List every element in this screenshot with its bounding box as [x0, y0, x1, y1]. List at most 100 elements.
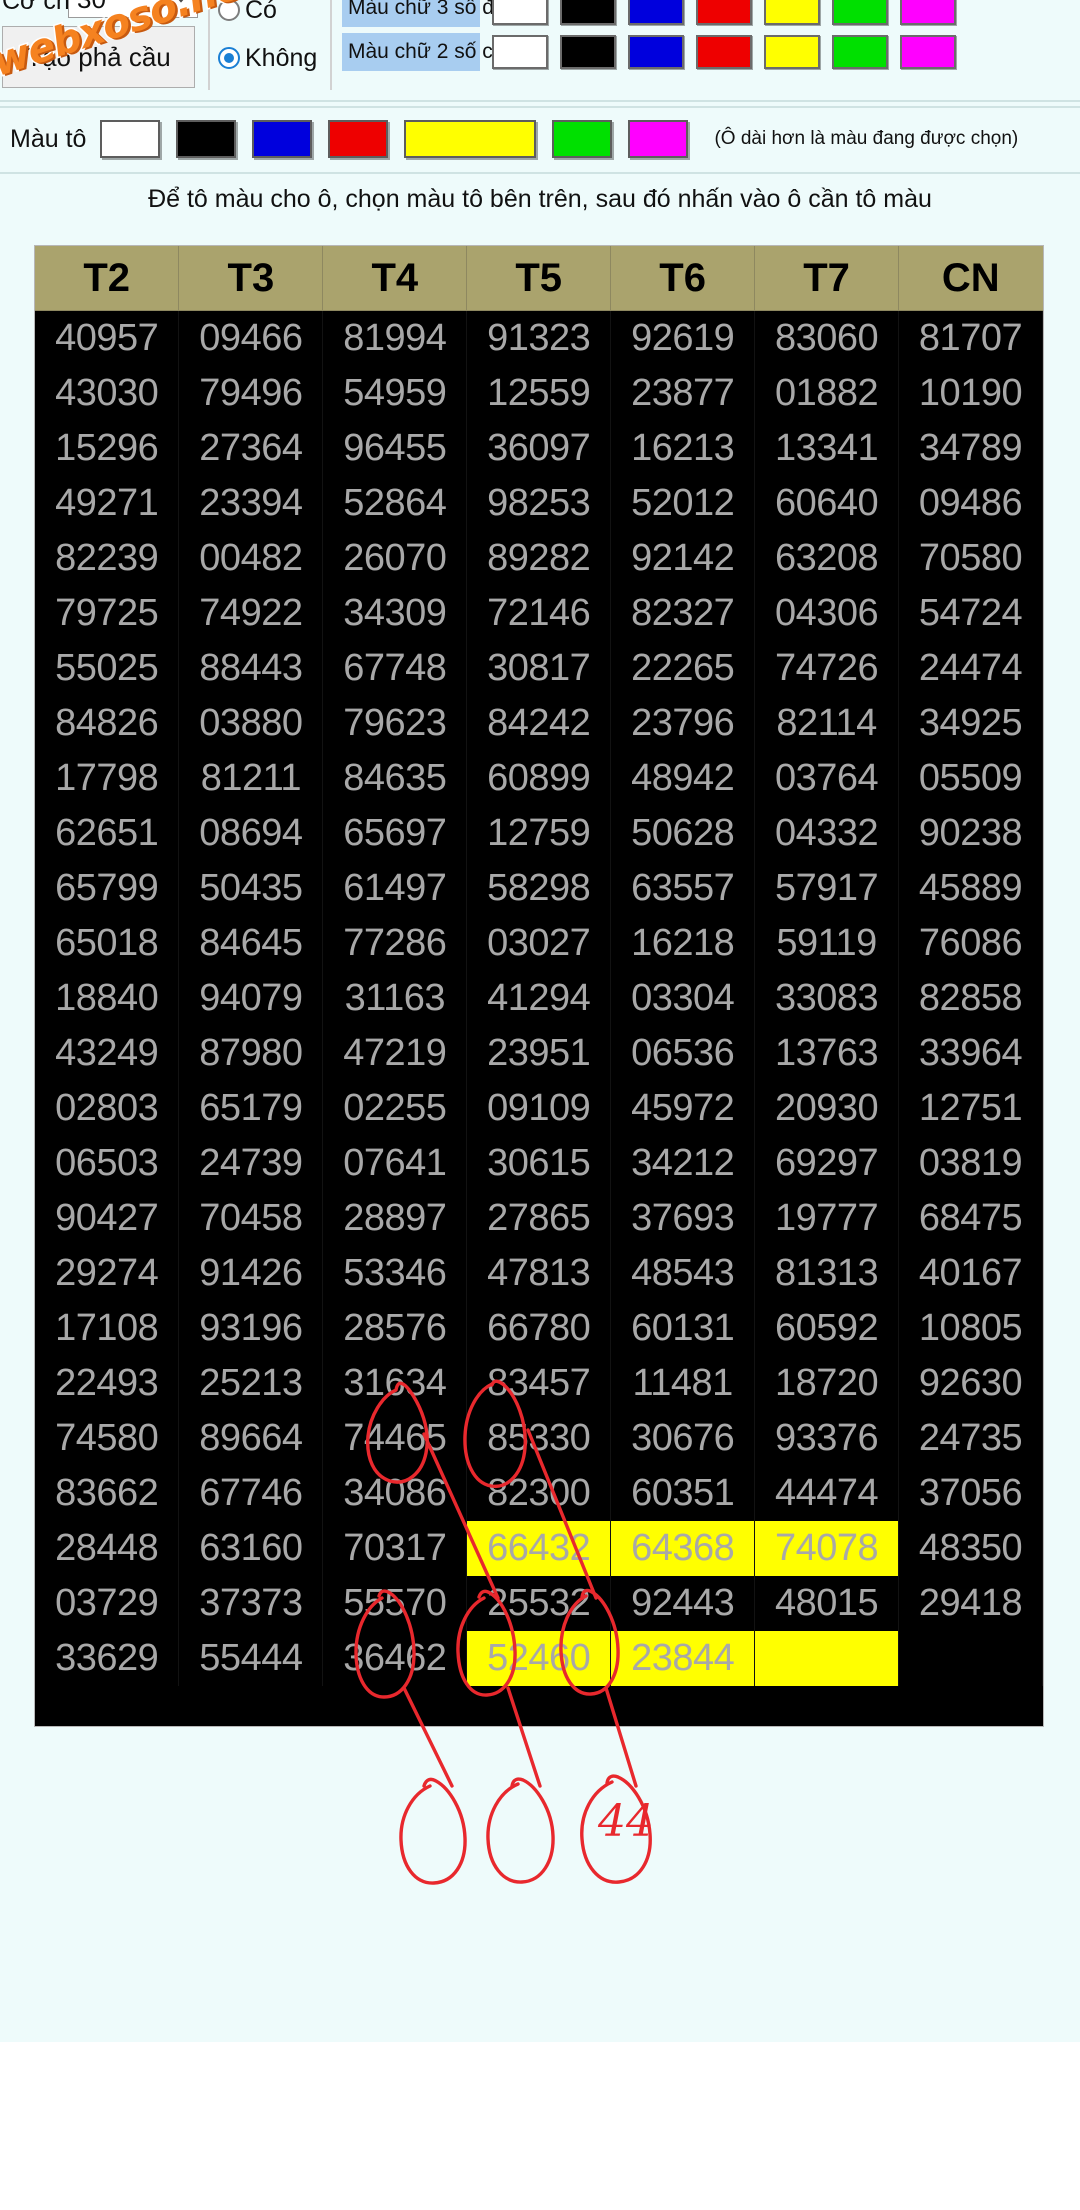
grid-cell[interactable]: 12559: [466, 366, 612, 421]
grid-cell[interactable]: 79623: [322, 696, 468, 751]
grid-cell[interactable]: 01882: [754, 366, 900, 421]
grid-cell[interactable]: 12759: [466, 806, 612, 861]
grid-cell[interactable]: 92142: [610, 531, 756, 586]
grid-cell[interactable]: 74078: [754, 1521, 900, 1576]
grid-cell[interactable]: 28448: [35, 1521, 180, 1576]
grid-cell[interactable]: 33629: [35, 1631, 180, 1686]
grid-cell[interactable]: 57917: [754, 861, 900, 916]
grid-cell[interactable]: 79496: [178, 366, 324, 421]
grid-cell[interactable]: 65799: [35, 861, 180, 916]
grid-cell[interactable]: 13341: [754, 421, 900, 476]
grid-cell[interactable]: 43249: [35, 1026, 180, 1081]
grid-cell[interactable]: 55444: [178, 1631, 324, 1686]
grid-cell[interactable]: 68475: [898, 1191, 1043, 1246]
grid-cell[interactable]: 23951: [466, 1026, 612, 1081]
grid-cell[interactable]: 22265: [610, 641, 756, 696]
grid-cell[interactable]: 90238: [898, 806, 1043, 861]
grid-cell[interactable]: 91426: [178, 1246, 324, 1301]
grid-cell[interactable]: 07641: [322, 1136, 468, 1191]
first3-swatch-green[interactable]: [832, 0, 888, 25]
grid-cell[interactable]: 10805: [898, 1301, 1043, 1356]
grid-cell[interactable]: 37693: [610, 1191, 756, 1246]
grid-cell[interactable]: 03819: [898, 1136, 1043, 1191]
grid-cell[interactable]: 74726: [754, 641, 900, 696]
grid-cell[interactable]: 02803: [35, 1081, 180, 1136]
first3-swatch-blue[interactable]: [628, 0, 684, 25]
last2-swatch-magenta[interactable]: [900, 35, 956, 69]
grid-cell[interactable]: 70458: [178, 1191, 324, 1246]
grid-cell[interactable]: 10190: [898, 366, 1043, 421]
grid-cell[interactable]: 15296: [35, 421, 180, 476]
grid-cell[interactable]: 63208: [754, 531, 900, 586]
grid-cell[interactable]: 84645: [178, 916, 324, 971]
grid-cell[interactable]: 59119: [754, 916, 900, 971]
grid-cell[interactable]: 13763: [754, 1026, 900, 1081]
grid-cell[interactable]: 74465: [322, 1411, 468, 1466]
grid-cell[interactable]: 36097: [466, 421, 612, 476]
fill-swatch-black[interactable]: [176, 120, 237, 158]
grid-cell[interactable]: 40167: [898, 1246, 1043, 1301]
grid-cell[interactable]: 34789: [898, 421, 1043, 476]
grid-cell[interactable]: 37373: [178, 1576, 324, 1631]
grid-cell[interactable]: 55025: [35, 641, 180, 696]
grid-cell[interactable]: 81994: [322, 310, 468, 366]
grid-cell[interactable]: 03304: [610, 971, 756, 1026]
grid-cell[interactable]: 34309: [322, 586, 468, 641]
first3-swatch-magenta[interactable]: [900, 0, 956, 25]
last2-swatch-black[interactable]: [560, 35, 616, 69]
grid-cell[interactable]: 81313: [754, 1246, 900, 1301]
grid-cell[interactable]: 34212: [610, 1136, 756, 1191]
grid-cell[interactable]: 24739: [178, 1136, 324, 1191]
grid-cell[interactable]: 44474: [754, 1466, 900, 1521]
grid-cell[interactable]: 74922: [178, 586, 324, 641]
grid-cell[interactable]: 58298: [466, 861, 612, 916]
grid-cell[interactable]: 52012: [610, 476, 756, 531]
grid-cell[interactable]: 93376: [754, 1411, 900, 1466]
grid-cell[interactable]: 28576: [322, 1301, 468, 1356]
grid-cell[interactable]: 82327: [610, 586, 756, 641]
grid-cell[interactable]: 04332: [754, 806, 900, 861]
grid-cell[interactable]: 17108: [35, 1301, 180, 1356]
grid-cell[interactable]: 33964: [898, 1026, 1043, 1081]
grid-cell[interactable]: 62651: [35, 806, 180, 861]
last2-swatch-white[interactable]: [492, 35, 548, 69]
grid-cell[interactable]: 25213: [178, 1356, 324, 1411]
grid-cell[interactable]: 25532: [466, 1576, 612, 1631]
grid-cell[interactable]: 67748: [322, 641, 468, 696]
grid-cell[interactable]: 53346: [322, 1246, 468, 1301]
grid-cell[interactable]: 05509: [898, 751, 1043, 806]
grid-cell[interactable]: 54959: [322, 366, 468, 421]
grid-cell[interactable]: 09486: [898, 476, 1043, 531]
grid-cell[interactable]: 30676: [610, 1411, 756, 1466]
grid-cell[interactable]: 60131: [610, 1301, 756, 1356]
radio-no-icon[interactable]: [218, 47, 240, 69]
grid-cell[interactable]: 69297: [754, 1136, 900, 1191]
grid-cell[interactable]: 63557: [610, 861, 756, 916]
grid-cell[interactable]: 82114: [754, 696, 900, 751]
grid-cell[interactable]: 52460: [466, 1631, 612, 1686]
last2-swatch-blue[interactable]: [628, 35, 684, 69]
grid-cell[interactable]: 87980: [178, 1026, 324, 1081]
grid-cell[interactable]: 89282: [466, 531, 612, 586]
grid-cell[interactable]: 34925: [898, 696, 1043, 751]
grid-cell[interactable]: 43030: [35, 366, 180, 421]
grid-cell[interactable]: [754, 1631, 900, 1686]
grid-cell[interactable]: 66780: [466, 1301, 612, 1356]
grid-cell[interactable]: 17798: [35, 751, 180, 806]
grid-cell[interactable]: 18720: [754, 1356, 900, 1411]
grid-cell[interactable]: 72146: [466, 586, 612, 641]
grid-cell[interactable]: 00482: [178, 531, 324, 586]
grid-cell[interactable]: 02255: [322, 1081, 468, 1136]
fill-swatch-red[interactable]: [328, 120, 389, 158]
grid-cell[interactable]: 33083: [754, 971, 900, 1026]
grid-cell[interactable]: 82300: [466, 1466, 612, 1521]
grid-cell[interactable]: 30817: [466, 641, 612, 696]
grid-cell[interactable]: 45972: [610, 1081, 756, 1136]
grid-cell[interactable]: 91323: [466, 310, 612, 366]
grid-cell[interactable]: 16213: [610, 421, 756, 476]
grid-cell[interactable]: 66432: [466, 1521, 612, 1576]
grid-cell[interactable]: 20930: [754, 1081, 900, 1136]
grid-cell[interactable]: 29418: [898, 1576, 1043, 1631]
grid-cell[interactable]: 70317: [322, 1521, 468, 1576]
grid-cell[interactable]: 19777: [754, 1191, 900, 1246]
